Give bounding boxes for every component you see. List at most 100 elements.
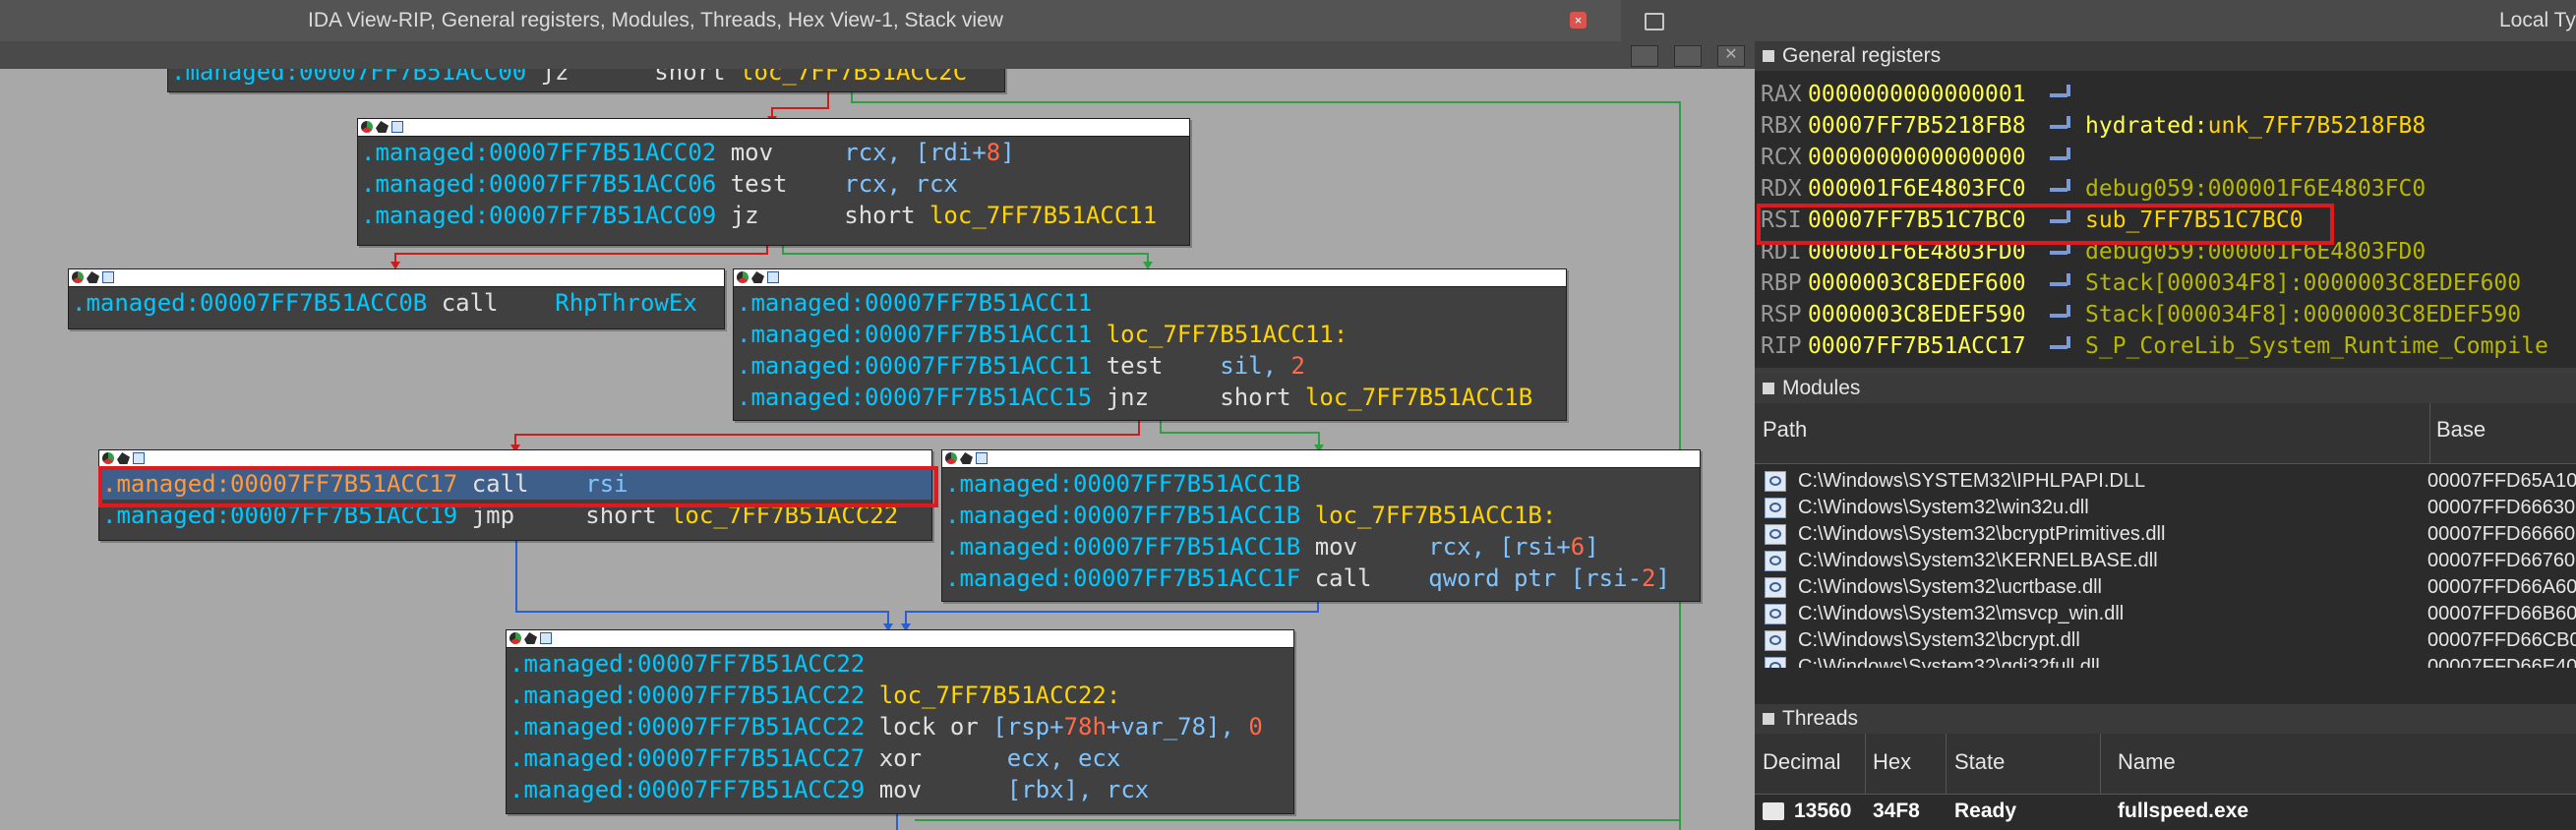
graph-node-3[interactable]: .managed:00007FF7B51ACC11 .managed:00007… xyxy=(733,268,1567,421)
dock-button[interactable] xyxy=(1631,45,1658,67)
asm-line[interactable]: .managed:00007FF7B51ACC1B xyxy=(942,468,1700,500)
column-hex[interactable]: Hex xyxy=(1873,749,1911,775)
close-tab-icon[interactable]: × xyxy=(1570,12,1587,29)
asm-line[interactable]: .managed:00007FF7B51ACC22 lock or [rsp+7… xyxy=(507,711,1293,742)
asm-line[interactable]: .managed:00007FF7B51ACC0B call RhpThrowE… xyxy=(69,287,724,319)
node-group-icon[interactable] xyxy=(391,121,403,133)
register-row-rax[interactable]: RAX 0000000000000001 xyxy=(1755,79,2576,110)
column-base[interactable]: Base xyxy=(2436,417,2486,443)
module-row[interactable]: C:\Windows\System32\gdi32full.dll 00007FF… xyxy=(1755,654,2576,668)
node-color-icon[interactable] xyxy=(737,271,749,283)
node-edit-icon[interactable] xyxy=(524,632,537,644)
asm-line[interactable]: .managed:00007FF7B51ACC02 mov rcx, [rdi+… xyxy=(358,137,1189,168)
module-row[interactable]: C:\Windows\SYSTEM32\IPHLPAPI.DLL 00007FFD… xyxy=(1755,468,2576,495)
register-row-rcx[interactable]: RCX 0000000000000000 xyxy=(1755,142,2576,173)
register-row-rip[interactable]: RIP 00007FF7B51ACC17 S_P_CoreLib_System_Ru… xyxy=(1755,330,2576,362)
module-row[interactable]: C:\Windows\System32\ucrtbase.dll 00007FFD… xyxy=(1755,574,2576,601)
column-decimal[interactable]: Decimal xyxy=(1763,749,1840,775)
node-edit-icon[interactable] xyxy=(117,452,130,464)
node-group-icon[interactable] xyxy=(767,271,779,283)
node-color-icon[interactable] xyxy=(509,632,521,644)
module-icon xyxy=(1765,471,1786,492)
node-color-icon[interactable] xyxy=(102,452,114,464)
register-row-rsp[interactable]: RSP 0000003C8EDEF590 Stack[000034F8]:00000… xyxy=(1755,299,2576,330)
close-view-icon[interactable]: ✕ xyxy=(1717,45,1745,67)
module-row[interactable]: C:\Windows\System32\bcrypt.dll 00007FFD66… xyxy=(1755,627,2576,654)
node-color-icon[interactable] xyxy=(945,452,957,464)
column-divider[interactable] xyxy=(2100,734,2101,795)
asm-line[interactable]: .managed:00007FF7B51ACC15 jnz short loc_… xyxy=(734,382,1566,413)
jump-arrow-icon[interactable] xyxy=(2048,271,2073,293)
graph-node-2[interactable]: .managed:00007FF7B51ACC0B call RhpThrowE… xyxy=(68,268,725,329)
modules-column-headers: Path Base xyxy=(1755,403,2576,464)
node-color-icon[interactable] xyxy=(72,271,84,283)
module-icon xyxy=(1765,498,1786,518)
module-row[interactable]: C:\Windows\System32\win32u.dll 00007FFD66… xyxy=(1755,495,2576,521)
asm-line[interactable]: .managed:00007FF7B51ACC1F call qword ptr… xyxy=(942,563,1700,594)
column-state[interactable]: State xyxy=(1954,749,2005,775)
asm-line[interactable]: .managed:00007FF7B51ACC11 xyxy=(734,287,1566,319)
node-edit-icon[interactable] xyxy=(960,452,973,464)
asm-line[interactable]: .managed:00007FF7B51ACC1B mov rcx, [rsi+… xyxy=(942,531,1700,563)
asm-line[interactable]: .managed:00007FF7B51ACC22 xyxy=(507,648,1293,680)
module-icon xyxy=(1765,551,1786,571)
ida-view-tab[interactable]: IDA View-RIP, General registers, Modules… xyxy=(0,0,1621,41)
column-divider[interactable] xyxy=(2429,403,2430,464)
disassembly-graph[interactable]: .managed:00007FF7B51ACC00 jz short loc_7… xyxy=(0,69,1755,830)
module-row[interactable]: C:\Windows\System32\msvcp_win.dll 00007FF… xyxy=(1755,601,2576,627)
threads-header[interactable]: Threads xyxy=(1755,704,2576,734)
column-divider[interactable] xyxy=(1946,734,1947,795)
right-panel: General registers RAX 0000000000000001 RB… xyxy=(1755,41,2576,830)
node-group-icon[interactable] xyxy=(102,271,114,283)
node-group-icon[interactable] xyxy=(133,452,145,464)
asm-line[interactable]: .managed:00007FF7B51ACC11 loc_7FF7B51ACC… xyxy=(734,319,1566,350)
register-row-rbx[interactable]: RBX 00007FF7B5218FB8 hydrated:unk_7FF7B521… xyxy=(1755,110,2576,142)
local-types-tab-title: Local Ty xyxy=(2499,9,2576,31)
node-edit-icon[interactable] xyxy=(751,271,764,283)
jump-arrow-icon[interactable] xyxy=(2048,334,2073,356)
asm-line[interactable]: .managed:00007FF7B51ACC27 xor ecx, ecx xyxy=(507,742,1293,774)
modules-header[interactable]: Modules xyxy=(1755,374,2576,403)
asm-line[interactable]: .managed:00007FF7B51ACC00 jz short loc_7… xyxy=(168,69,967,88)
jump-arrow-icon[interactable] xyxy=(2048,303,2073,325)
register-row-rbp[interactable]: RBP 0000003C8EDEF600 Stack[000034F8]:00000… xyxy=(1755,267,2576,299)
asm-line[interactable]: .managed:00007FF7B51ACC06 test rcx, rcx xyxy=(358,168,1189,200)
registers-header[interactable]: General registers xyxy=(1755,41,2576,71)
node-group-icon[interactable] xyxy=(540,632,552,644)
float-button[interactable] xyxy=(1674,45,1702,67)
graph-node-1[interactable]: .managed:00007FF7B51ACC02 mov rcx, [rdi+… xyxy=(357,118,1190,246)
graph-node-6[interactable]: .managed:00007FF7B51ACC22 .managed:00007… xyxy=(506,629,1294,814)
local-types-tab[interactable]: Local Ty xyxy=(1621,0,2576,41)
module-row[interactable]: C:\Windows\System32\KERNELBASE.dll 00007F… xyxy=(1755,548,2576,574)
register-row-rdx[interactable]: RDX 000001F6E4803FC0 debug059:000001F6E480… xyxy=(1755,173,2576,205)
modules-list[interactable]: C:\Windows\SYSTEM32\IPHLPAPI.DLL 00007FFD… xyxy=(1755,464,2576,700)
jump-arrow-icon[interactable] xyxy=(2048,114,2073,136)
jump-arrow-icon[interactable] xyxy=(2048,146,2073,167)
graph-node-top[interactable]: .managed:00007FF7B51ACC00 jz short loc_7… xyxy=(167,69,1005,92)
asm-line[interactable]: .managed:00007FF7B51ACC09 jz short loc_7… xyxy=(358,200,1189,231)
node-edit-icon[interactable] xyxy=(87,271,99,283)
thread-row[interactable]: 13560 34F8 Ready fullspeed.exe xyxy=(1755,797,2576,826)
column-divider[interactable] xyxy=(1865,734,1866,795)
pin-icon[interactable] xyxy=(1763,713,1774,726)
pin-icon[interactable] xyxy=(1763,383,1774,395)
column-path[interactable]: Path xyxy=(1763,417,1807,443)
graph-node-5[interactable]: .managed:00007FF7B51ACC1B .managed:00007… xyxy=(941,449,1701,602)
asm-line[interactable]: .managed:00007FF7B51ACC29 mov [rbx], rcx xyxy=(507,774,1293,805)
threads-column-headers: Decimal Hex State Name xyxy=(1755,734,2576,795)
jump-arrow-icon[interactable] xyxy=(2048,83,2073,104)
ida-view-tab-title: IDA View-RIP, General registers, Modules… xyxy=(308,9,1003,31)
node-color-icon[interactable] xyxy=(361,121,373,133)
asm-line[interactable]: .managed:00007FF7B51ACC11 test sil, 2 xyxy=(734,350,1566,382)
asm-line[interactable]: .managed:00007FF7B51ACC22 loc_7FF7B51ACC… xyxy=(507,680,1293,711)
asm-line[interactable]: .managed:00007FF7B51ACC1B loc_7FF7B51ACC… xyxy=(942,500,1700,531)
jump-arrow-icon[interactable] xyxy=(2048,177,2073,199)
threads-list[interactable]: 13560 34F8 Ready fullspeed.exe xyxy=(1755,795,2576,830)
module-row[interactable]: C:\Windows\System32\bcryptPrimitives.dll… xyxy=(1755,521,2576,548)
modules-title: Modules xyxy=(1782,377,1861,399)
node-group-icon[interactable] xyxy=(976,452,988,464)
column-name[interactable]: Name xyxy=(2118,749,2176,775)
registers-list[interactable]: RAX 0000000000000001 RBX 00007FF7B5218FB8 h… xyxy=(1755,71,2576,391)
node-edit-icon[interactable] xyxy=(376,121,389,133)
pin-icon[interactable] xyxy=(1763,50,1774,63)
